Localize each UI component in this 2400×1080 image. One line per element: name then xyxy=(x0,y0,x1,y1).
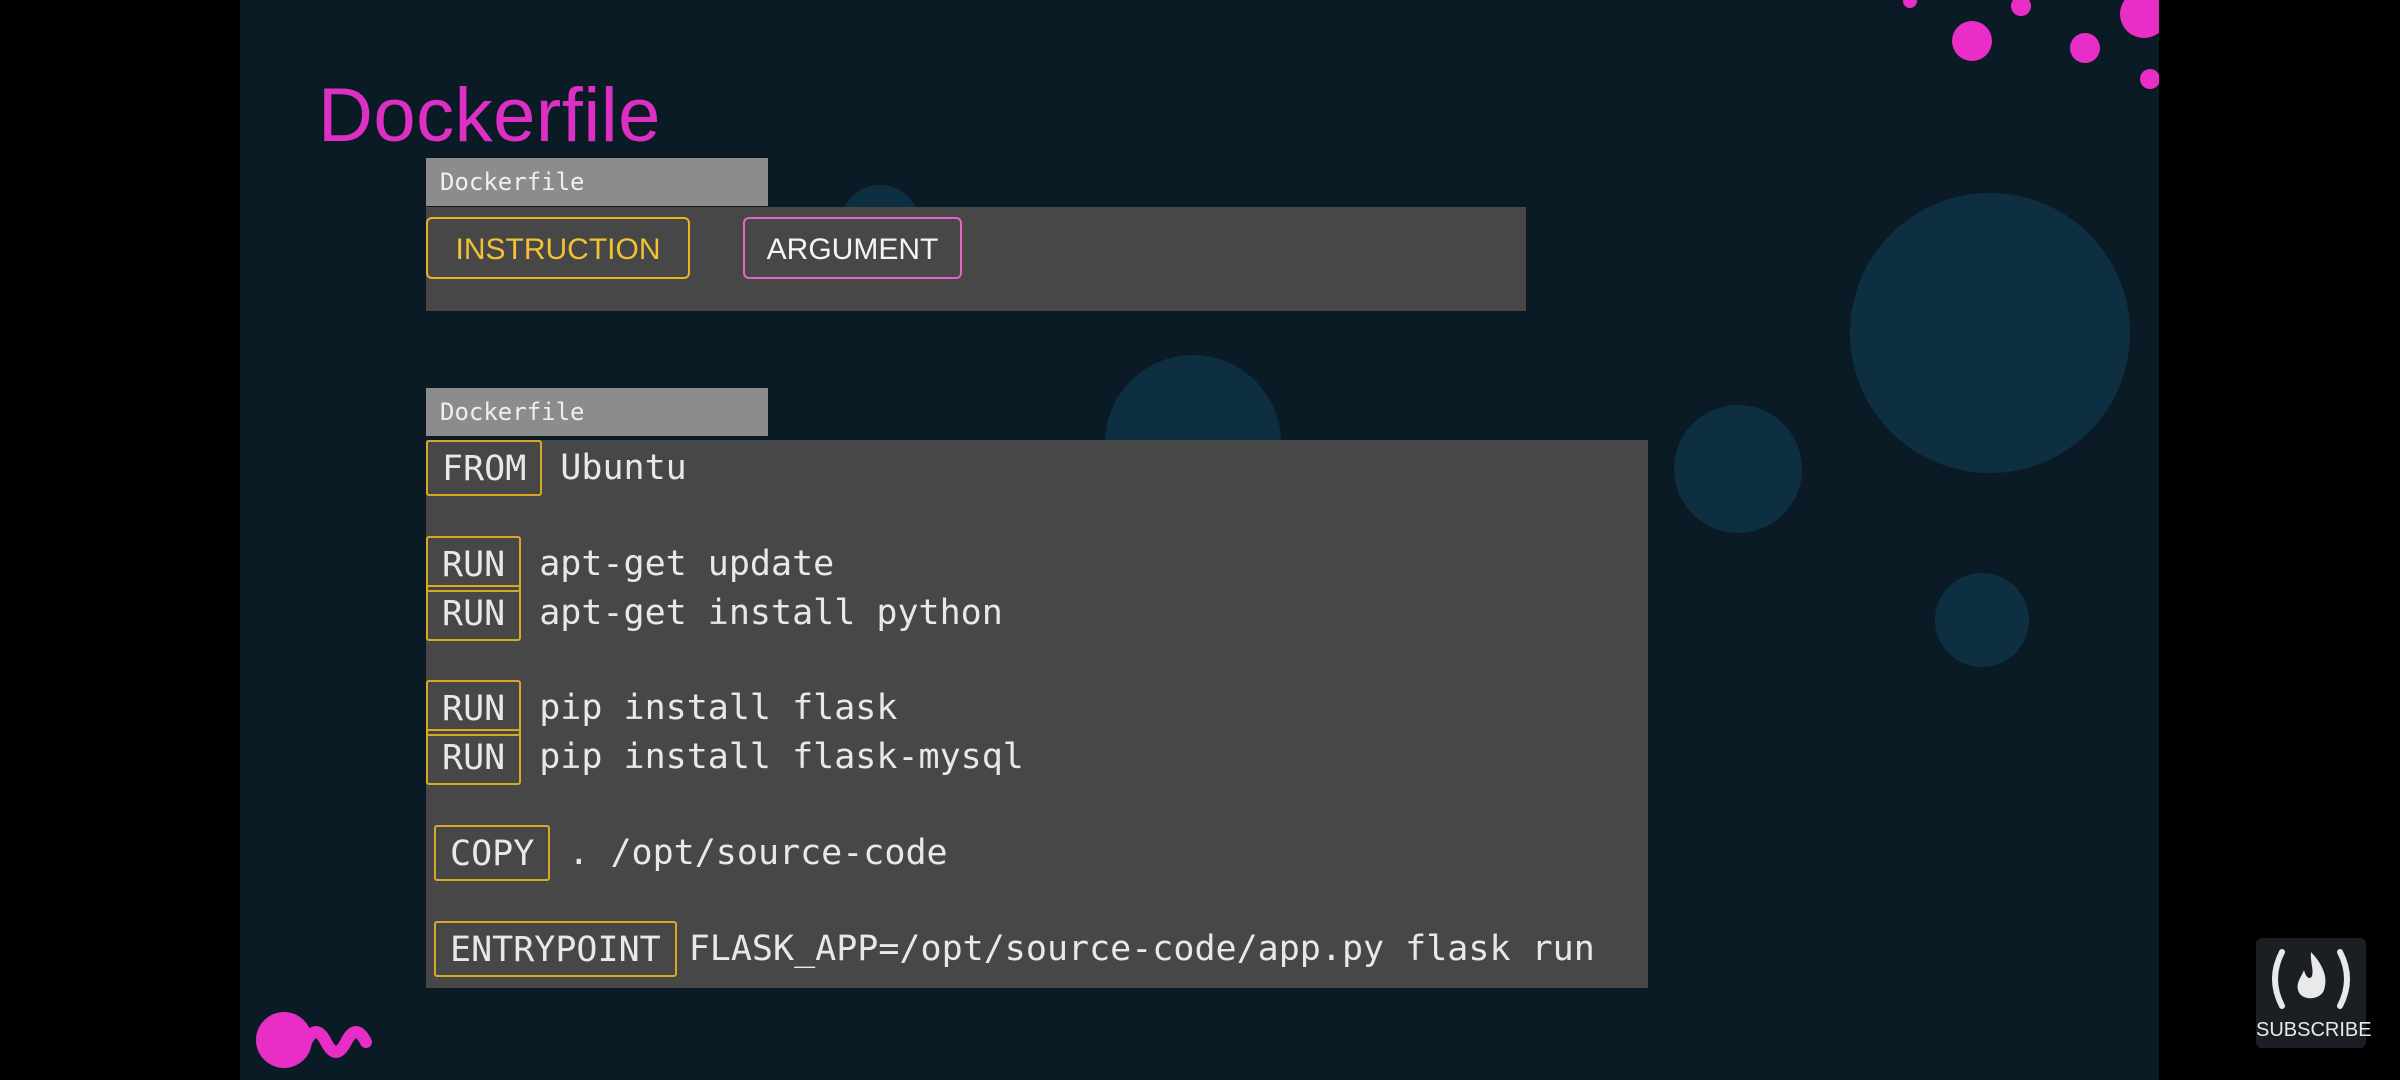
instruction-keyword: ENTRYPOINT xyxy=(434,921,677,977)
instruction-argument: FLASK_APP=/opt/source-code/app.py flask … xyxy=(688,929,1595,969)
instruction-argument: pip install flask xyxy=(539,688,898,728)
instruction-keyword: RUN xyxy=(426,585,522,641)
code-line: RUN apt-get install python xyxy=(426,585,1003,641)
instruction-keyword: COPY xyxy=(434,825,551,881)
slide: Dockerfile Dockerfile INSTRUCTION ARGUME… xyxy=(240,0,2159,1080)
background-bubble xyxy=(1850,193,2130,473)
syntax-file-tab: Dockerfile xyxy=(426,158,768,206)
decorative-dot xyxy=(1952,21,1992,61)
decorative-dot xyxy=(2140,69,2159,89)
code-line: RUN pip install flask xyxy=(426,680,897,736)
instruction-keyword: FROM xyxy=(426,440,543,496)
decorative-wave xyxy=(256,1012,372,1068)
code-panel: FROM Ubuntu RUN apt-get update RUN apt-get … xyxy=(426,440,1648,988)
instruction-argument: apt-get install python xyxy=(539,593,1003,633)
instruction-keyword: RUN xyxy=(426,536,522,592)
instruction-keyword: RUN xyxy=(426,680,522,736)
instruction-pill: INSTRUCTION xyxy=(426,217,690,279)
background-bubble xyxy=(1935,573,2029,667)
subscribe-button[interactable]: SUBSCRIBE xyxy=(2256,938,2372,1048)
instruction-argument: pip install flask-mysql xyxy=(539,737,1024,777)
slide-title: Dockerfile xyxy=(318,73,661,158)
decorative-dot xyxy=(1903,0,1917,8)
instruction-argument: . /opt/source-code xyxy=(568,833,948,873)
instruction-keyword: RUN xyxy=(426,729,522,785)
code-line: RUN apt-get update xyxy=(426,536,834,592)
syntax-panel: INSTRUCTION ARGUMENT xyxy=(426,207,1526,311)
argument-pill: ARGUMENT xyxy=(743,217,962,279)
background-bubble xyxy=(1674,405,1802,533)
code-file-tab: Dockerfile xyxy=(426,388,768,436)
code-line: RUN pip install flask-mysql xyxy=(426,729,1024,785)
code-line: FROM Ubuntu xyxy=(426,440,687,496)
code-line: ENTRYPOINT FLASK_APP=/opt/source-code/app… xyxy=(434,921,1595,977)
decorative-dot xyxy=(2011,0,2031,16)
instruction-argument: apt-get update xyxy=(539,544,835,584)
flame-in-parentheses-icon xyxy=(2272,949,2350,1009)
subscribe-label: SUBSCRIBE xyxy=(2256,1019,2372,1041)
instruction-argument: Ubuntu xyxy=(560,448,687,488)
decorative-dot xyxy=(2070,33,2100,63)
decorative-dot xyxy=(2120,0,2159,38)
code-line: COPY . /opt/source-code xyxy=(434,825,948,881)
